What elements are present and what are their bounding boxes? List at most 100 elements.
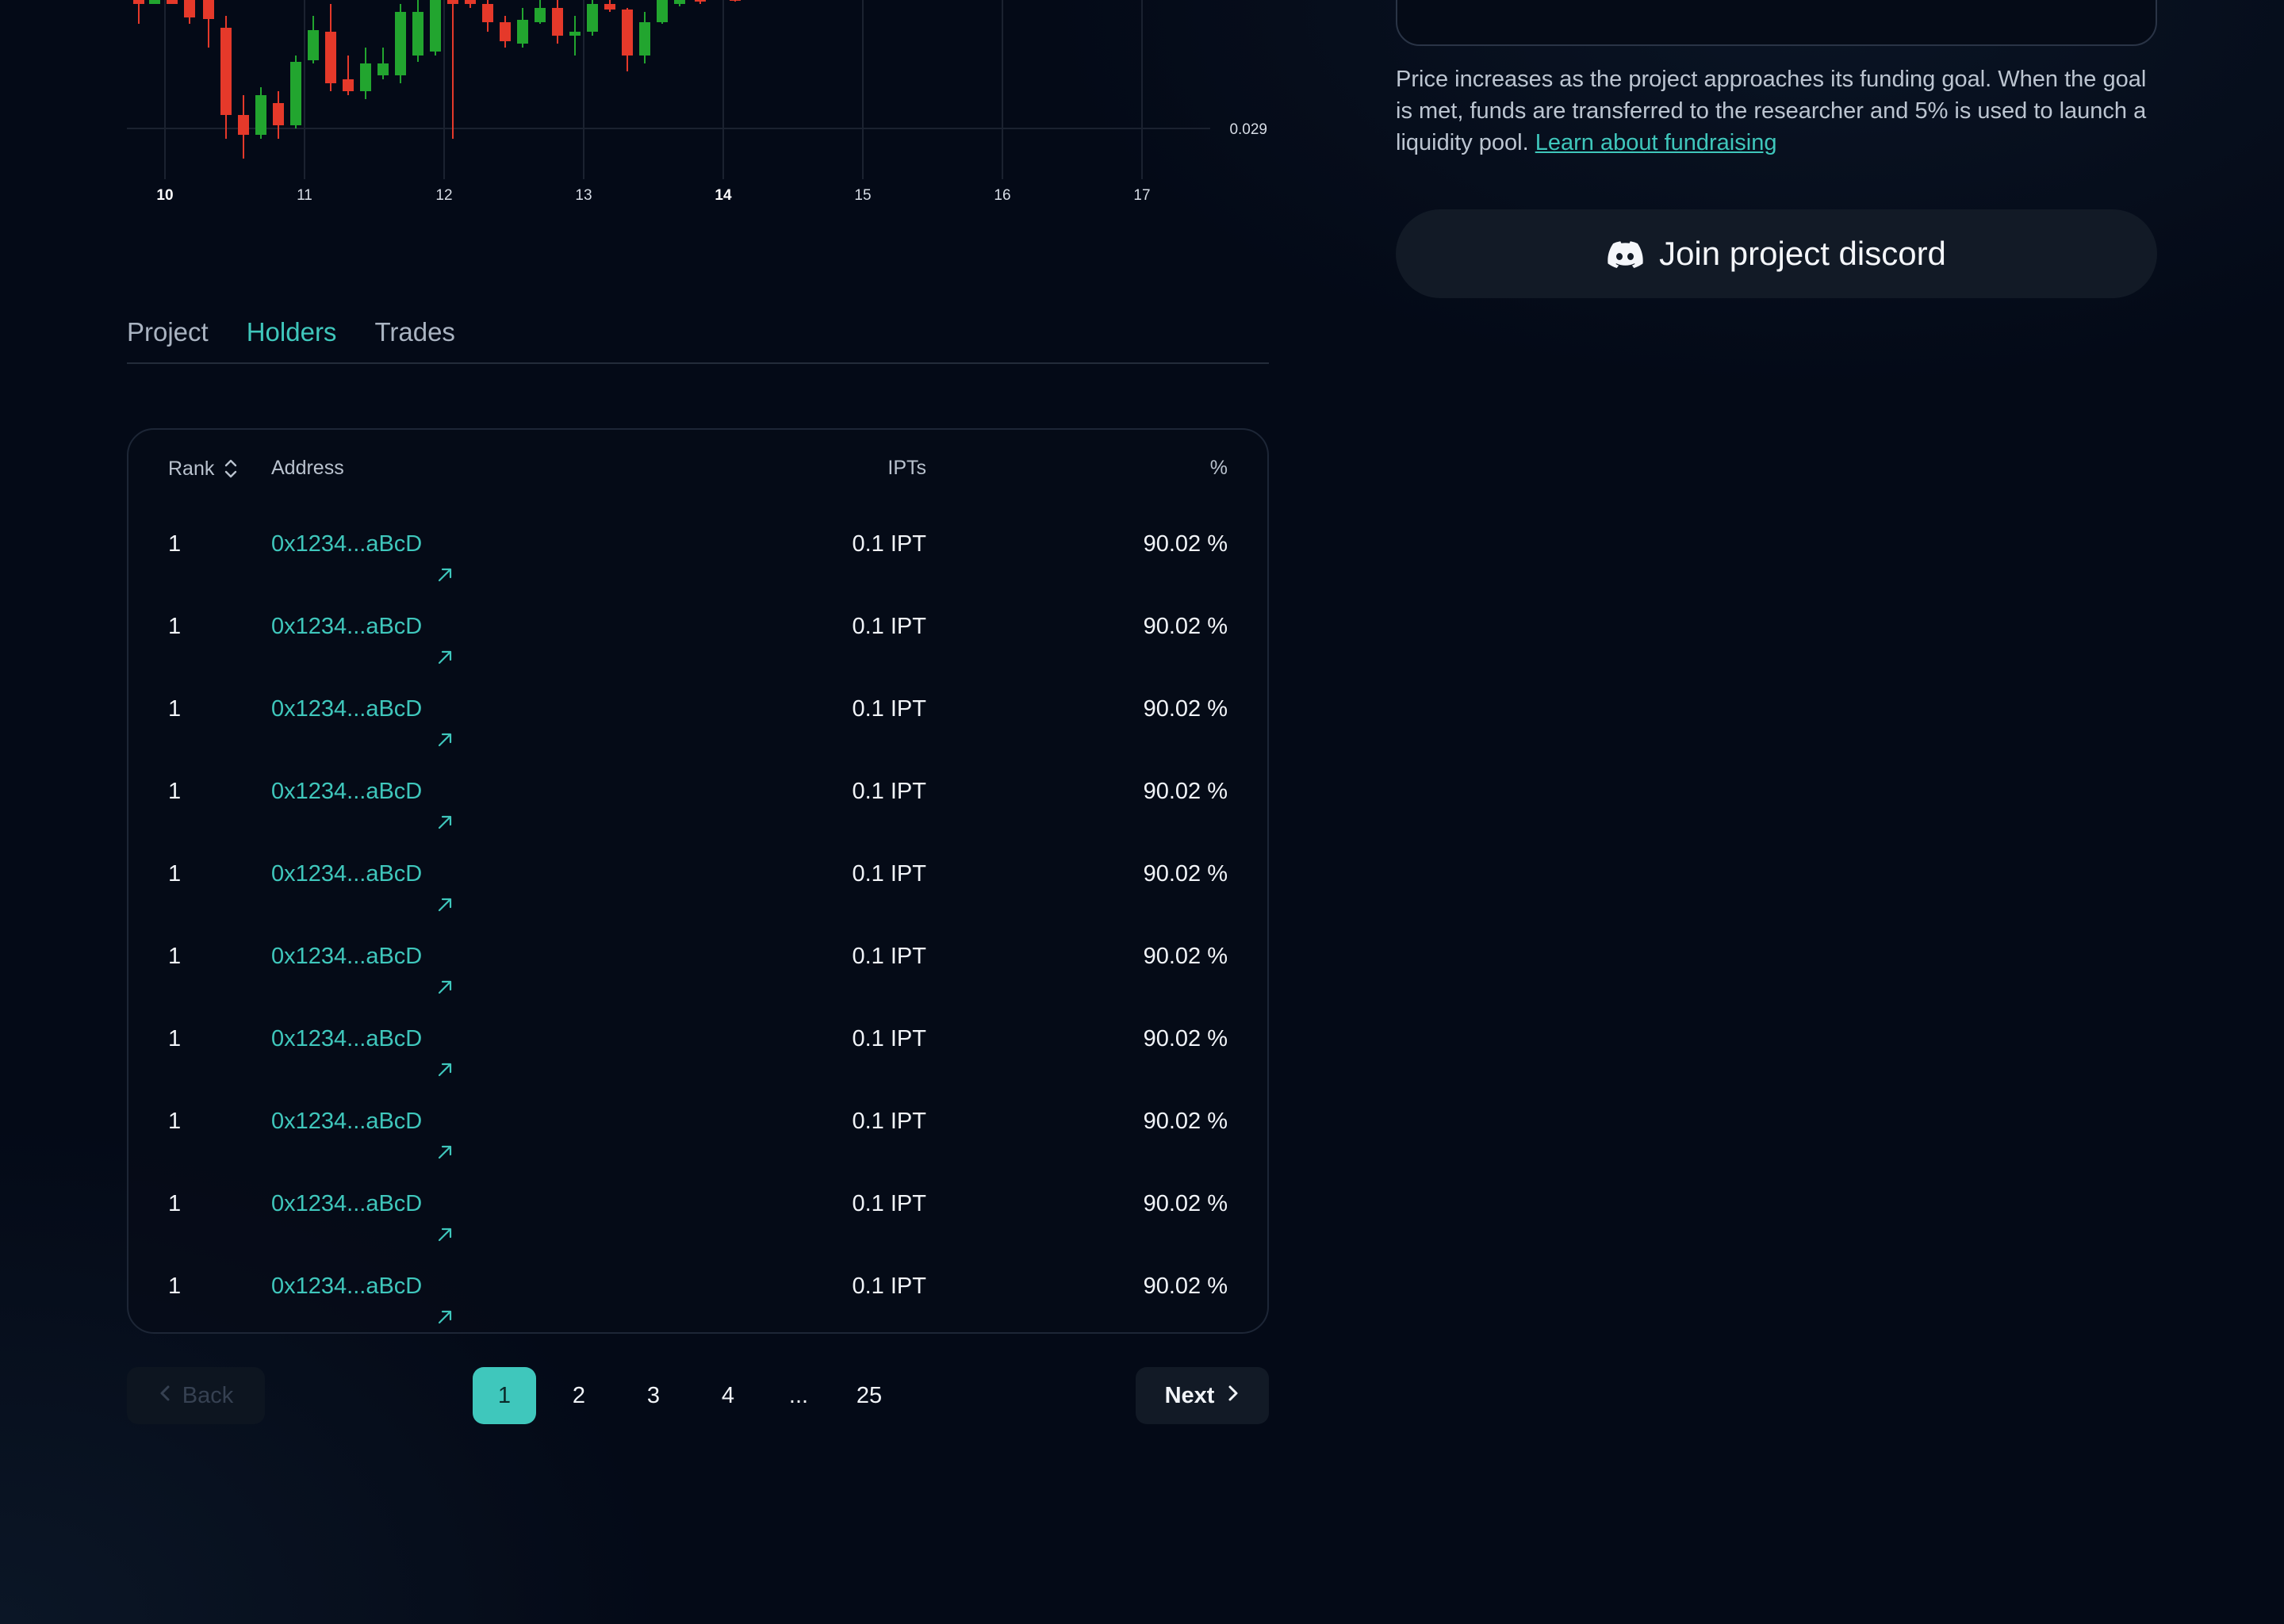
price-chart: 10 11 12 13 14 15 16 17 0.029 xyxy=(127,0,1269,214)
table-row: 1 0x1234...aBcD 0.1 IPT 90.02 % xyxy=(128,1080,1267,1162)
candle-body xyxy=(657,0,668,22)
table-row: 1 0x1234...aBcD 0.1 IPT 90.02 % xyxy=(128,585,1267,668)
back-button[interactable]: Back xyxy=(127,1367,265,1424)
candle-body xyxy=(500,22,511,41)
candle-body xyxy=(622,10,633,56)
address-link[interactable]: 0x1234...aBcD xyxy=(271,1162,454,1245)
candle-body xyxy=(395,12,406,75)
x-tick-label: 13 xyxy=(575,187,592,204)
table-row: 1 0x1234...aBcD 0.1 IPT 90.02 % xyxy=(128,503,1267,585)
ipt-cell: 0.1 IPT xyxy=(852,696,927,722)
tab-trades[interactable]: Trades xyxy=(374,305,454,362)
candle-body xyxy=(465,0,476,4)
candle-body xyxy=(273,103,284,125)
chevron-right-icon xyxy=(1227,1383,1240,1409)
rank-cell: 1 xyxy=(168,1274,182,1299)
ipt-cell: 0.1 IPT xyxy=(852,1274,927,1299)
x-tick-label: 14 xyxy=(715,187,732,204)
candle-body xyxy=(535,8,546,22)
address-link[interactable]: 0x1234...aBcD xyxy=(271,998,454,1080)
external-link-icon xyxy=(436,700,454,747)
percent-cell: 90.02 % xyxy=(1143,1109,1228,1134)
table-row: 1 0x1234...aBcD 0.1 IPT 90.02 % xyxy=(128,668,1267,750)
chevron-left-icon xyxy=(159,1383,171,1409)
next-button[interactable]: Next xyxy=(1136,1367,1269,1424)
percent-cell: 90.02 % xyxy=(1143,1274,1228,1299)
address-link[interactable]: 0x1234...aBcD xyxy=(271,750,454,833)
table-row: 1 0x1234...aBcD 0.1 IPT 90.02 % xyxy=(128,1245,1267,1327)
page-numbers: 1 2 3 4 ... 25 xyxy=(473,1367,912,1424)
holders-table: Rank Address IPTs % 1 0x1234...aBcD 0.1 IP… xyxy=(127,428,1269,1334)
address-text: 0x1234...aBcD xyxy=(271,1274,423,1299)
page-4-button[interactable]: 4 xyxy=(696,1367,760,1424)
table-header: Rank Address IPTs % xyxy=(128,430,1267,503)
page-1-button[interactable]: 1 xyxy=(473,1367,536,1424)
address-link[interactable]: 0x1234...aBcD xyxy=(271,1245,454,1327)
rank-header[interactable]: Rank xyxy=(168,457,240,481)
ipts-header: IPTs xyxy=(887,457,926,479)
x-tick-label: 17 xyxy=(1133,187,1150,204)
address-link[interactable]: 0x1234...aBcD xyxy=(271,585,454,668)
address-text: 0x1234...aBcD xyxy=(271,696,423,722)
address-link[interactable]: 0x1234...aBcD xyxy=(271,1080,454,1162)
address-link[interactable]: 0x1234...aBcD xyxy=(271,833,454,915)
candle-body xyxy=(447,0,458,4)
candle-body xyxy=(220,28,232,115)
candle-body xyxy=(552,8,563,36)
sort-icon[interactable] xyxy=(222,457,240,481)
candle-body xyxy=(255,95,266,135)
join-discord-button[interactable]: Join project discord xyxy=(1396,209,2157,298)
tab-project[interactable]: Project xyxy=(127,305,209,362)
chart-svg: 10 11 12 13 14 15 16 17 0.029 xyxy=(127,0,1267,204)
candle-body xyxy=(377,63,389,75)
external-link-icon xyxy=(436,1195,454,1242)
address-link[interactable]: 0x1234...aBcD xyxy=(271,668,454,750)
external-link-icon xyxy=(436,783,454,829)
rank-header-label: Rank xyxy=(168,457,215,480)
ipt-cell: 0.1 IPT xyxy=(852,1026,927,1051)
percent-header: % xyxy=(1209,457,1228,479)
rank-cell: 1 xyxy=(168,861,182,887)
candle-body xyxy=(569,32,581,36)
tab-holders[interactable]: Holders xyxy=(247,305,337,362)
x-tick-label: 11 xyxy=(297,187,312,204)
discord-label: Join project discord xyxy=(1659,235,1946,272)
candle-body xyxy=(184,0,195,17)
ipt-cell: 0.1 IPT xyxy=(852,1191,927,1216)
next-label: Next xyxy=(1164,1382,1215,1408)
x-tick-label: 16 xyxy=(994,187,1010,204)
page-3-button[interactable]: 3 xyxy=(622,1367,685,1424)
table-row: 1 0x1234...aBcD 0.1 IPT 90.02 % xyxy=(128,750,1267,833)
address-text: 0x1234...aBcD xyxy=(271,861,423,887)
candle-body xyxy=(430,0,441,52)
table-row: 1 0x1234...aBcD 0.1 IPT 90.02 % xyxy=(128,915,1267,998)
percent-cell: 90.02 % xyxy=(1143,696,1228,722)
address-link[interactable]: 0x1234...aBcD xyxy=(271,503,454,585)
address-link[interactable]: 0x1234...aBcD xyxy=(271,915,454,998)
candle-body xyxy=(587,4,598,32)
tab-bar: Project Holders Trades xyxy=(127,305,1269,364)
page-ellipsis: ... xyxy=(788,1383,809,1408)
x-tick-label: 15 xyxy=(854,187,871,204)
candle-body xyxy=(639,22,650,56)
rank-cell: 1 xyxy=(168,1191,182,1216)
external-link-icon xyxy=(436,1277,454,1324)
ipt-cell: 0.1 IPT xyxy=(852,779,927,804)
page-25-button[interactable]: 25 xyxy=(837,1367,901,1424)
candle-body xyxy=(308,30,319,60)
external-link-icon xyxy=(436,1113,454,1159)
discord-icon xyxy=(1607,239,1643,268)
ipt-cell: 0.1 IPT xyxy=(852,944,927,969)
candle-body xyxy=(412,12,423,56)
fundraising-note: Price increases as the project approache… xyxy=(1396,63,2157,159)
candle-body xyxy=(604,4,615,10)
amount-input-box[interactable] xyxy=(1396,0,2157,46)
candle-body xyxy=(133,0,144,4)
candle-body xyxy=(695,0,706,2)
candle-body xyxy=(203,0,214,19)
back-label: Back xyxy=(182,1382,234,1408)
table-row: 1 0x1234...aBcD 0.1 IPT 90.02 % xyxy=(128,1162,1267,1245)
page-2-button[interactable]: 2 xyxy=(547,1367,611,1424)
external-link-icon xyxy=(436,535,454,582)
learn-fundraising-link[interactable]: Learn about fundraising xyxy=(1535,130,1777,155)
